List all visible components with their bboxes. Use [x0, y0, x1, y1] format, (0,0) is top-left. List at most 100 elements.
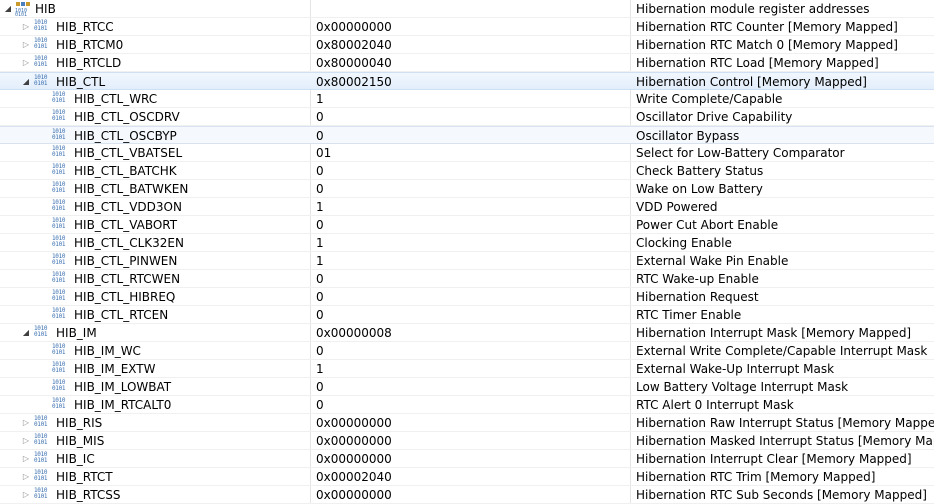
- value-cell[interactable]: 1: [316, 360, 630, 377]
- triangle-right-icon[interactable]: ▷: [20, 18, 32, 35]
- peripheral-row-hib[interactable]: ◢ 1010 0101 HIB Hibernation module regis…: [0, 0, 934, 18]
- triangle-right-icon[interactable]: ▷: [20, 450, 32, 467]
- register-value[interactable]: 0: [316, 216, 324, 233]
- register-value[interactable]: 0: [316, 162, 324, 179]
- value-cell[interactable]: 0: [316, 180, 630, 197]
- register-value[interactable]: 0x80002040: [316, 36, 392, 53]
- triangle-right-icon[interactable]: ▷: [20, 486, 32, 503]
- triangle-down-icon[interactable]: ◢: [2, 0, 14, 17]
- register-value[interactable]: 0: [316, 108, 324, 125]
- description-cell: Check Battery Status: [636, 162, 934, 179]
- value-cell[interactable]: 0x80002040: [316, 36, 630, 53]
- register-row[interactable]: ◢ 1010 0101 HIB_CTL 0x80002150 Hibernation Co…: [0, 72, 934, 90]
- register-value[interactable]: 0: [316, 127, 324, 144]
- register-value[interactable]: 1: [316, 198, 324, 215]
- value-cell[interactable]: 0x00000000: [316, 486, 630, 503]
- bitfield-row[interactable]: 1010 0101 HIB_IM_WC 0 External Write Complet…: [0, 342, 934, 360]
- value-cell[interactable]: 0x00000000: [316, 450, 630, 467]
- register-value[interactable]: 0: [316, 288, 324, 305]
- bitfield-row[interactable]: 1010 0101 HIB_CTL_OSCDRV 0 Oscillator Drive …: [0, 108, 934, 126]
- value-cell[interactable]: 0: [316, 378, 630, 395]
- register-row[interactable]: ▷ 1010 0101 HIB_RTCSS 0x00000000 Hibernation …: [0, 486, 934, 504]
- register-value[interactable]: 1: [316, 360, 324, 377]
- register-value[interactable]: 0x00000000: [316, 432, 392, 449]
- bitfield-name: HIB_CTL_PINWEN: [74, 254, 178, 268]
- register-value[interactable]: 1: [316, 90, 324, 107]
- bitfield-row[interactable]: 1010 0101 HIB_CTL_WRC 1 Write Complete/Capab…: [0, 90, 934, 108]
- register-value[interactable]: 0: [316, 378, 324, 395]
- triangle-down-icon[interactable]: ◢: [20, 324, 32, 341]
- bitfield-row[interactable]: 1010 0101 HIB_CTL_BATWKEN 0 Wake on Low Batt…: [0, 180, 934, 198]
- register-row[interactable]: ◢ 1010 0101 HIB_IM 0x00000008 Hibernation Int…: [0, 324, 934, 342]
- value-cell[interactable]: 0x00000000: [316, 432, 630, 449]
- register-value[interactable]: 0x00000000: [316, 414, 392, 431]
- register-row[interactable]: ▷ 1010 0101 HIB_RTCC 0x00000000 Hibernation R…: [0, 18, 934, 36]
- register-name: HIB_RTCC: [56, 20, 114, 34]
- value-cell[interactable]: 0x00000008: [316, 324, 630, 341]
- value-cell[interactable]: 0: [316, 288, 630, 305]
- register-row[interactable]: ▷ 1010 0101 HIB_RTCLD 0x80000040 Hibernation …: [0, 54, 934, 72]
- register-binary-icon: 1010 0101: [52, 109, 66, 122]
- description-cell: Write Complete/Capable: [636, 90, 934, 107]
- value-cell[interactable]: 0: [316, 108, 630, 125]
- value-cell[interactable]: 0x80000040: [316, 54, 630, 71]
- value-cell[interactable]: 0: [316, 270, 630, 287]
- register-row[interactable]: ▷ 1010 0101 HIB_RTCT 0x00002040 Hibernation R…: [0, 468, 934, 486]
- bitfield-row[interactable]: 1010 0101 HIB_CTL_BATCHK 0 Check Battery Sta…: [0, 162, 934, 180]
- bitfield-row[interactable]: 1010 0101 HIB_CTL_HIBREQ 0 Hibernation Reque…: [0, 288, 934, 306]
- register-value[interactable]: 0x00000000: [316, 450, 392, 467]
- value-cell[interactable]: 0x00000000: [316, 414, 630, 431]
- value-cell[interactable]: 1: [316, 90, 630, 107]
- register-value[interactable]: 0: [316, 396, 324, 413]
- value-cell[interactable]: 0: [316, 342, 630, 359]
- register-row[interactable]: ▷ 1010 0101 HIB_MIS 0x00000000 Hibernation Ma…: [0, 432, 934, 450]
- register-value[interactable]: 0: [316, 180, 324, 197]
- register-value[interactable]: 0: [316, 306, 324, 323]
- value-cell[interactable]: [316, 0, 630, 17]
- register-value[interactable]: 0x80000040: [316, 54, 392, 71]
- value-cell[interactable]: 0: [316, 162, 630, 179]
- value-cell[interactable]: 1: [316, 252, 630, 269]
- register-row[interactable]: ▷ 1010 0101 HIB_RTCM0 0x80002040 Hibernation …: [0, 36, 934, 54]
- triangle-right-icon[interactable]: ▷: [20, 36, 32, 53]
- bitfield-row[interactable]: 1010 0101 HIB_CTL_RTCEN 0 RTC Timer Enable: [0, 306, 934, 324]
- value-cell[interactable]: 0: [316, 127, 630, 144]
- register-row[interactable]: ▷ 1010 0101 HIB_IC 0x00000000 Hibernation Int…: [0, 450, 934, 468]
- value-cell[interactable]: 0x80002150: [316, 73, 630, 90]
- bitfield-row[interactable]: 1010 0101 HIB_IM_EXTW 1 External Wake-Up Int…: [0, 360, 934, 378]
- name-cell: 1010 0101 HIB_IM_EXTW: [0, 360, 310, 377]
- value-cell[interactable]: 0: [316, 306, 630, 323]
- triangle-right-icon[interactable]: ▷: [20, 54, 32, 71]
- value-cell[interactable]: 0x00000000: [316, 18, 630, 35]
- triangle-right-icon[interactable]: ▷: [20, 414, 32, 431]
- register-value[interactable]: 0x00000000: [316, 486, 392, 503]
- register-value[interactable]: 1: [316, 252, 324, 269]
- register-value[interactable]: 01: [316, 144, 331, 161]
- bitfield-row[interactable]: 1010 0101 HIB_CTL_PINWEN 1 External Wake Pin…: [0, 252, 934, 270]
- bitfield-row[interactable]: 1010 0101 HIB_CTL_VABORT 0 Power Cut Abort E…: [0, 216, 934, 234]
- value-cell[interactable]: 0x00002040: [316, 468, 630, 485]
- register-value[interactable]: 1: [316, 234, 324, 251]
- value-cell[interactable]: 1: [316, 198, 630, 215]
- register-value[interactable]: 0: [316, 342, 324, 359]
- register-value[interactable]: 0x00000000: [316, 18, 392, 35]
- value-cell[interactable]: 0: [316, 216, 630, 233]
- bitfield-row[interactable]: 1010 0101 HIB_CTL_OSCBYP 0 Oscillator Bypass: [0, 126, 934, 144]
- bitfield-row[interactable]: 1010 0101 HIB_IM_RTCALT0 0 RTC Alert 0 Inter…: [0, 396, 934, 414]
- value-cell[interactable]: 1: [316, 234, 630, 251]
- register-value[interactable]: 0: [316, 270, 324, 287]
- register-value[interactable]: 0x00000008: [316, 324, 392, 341]
- bitfield-row[interactable]: 1010 0101 HIB_IM_LOWBAT 0 Low Battery Voltag…: [0, 378, 934, 396]
- register-value[interactable]: 0x80002150: [316, 73, 392, 90]
- bitfield-row[interactable]: 1010 0101 HIB_CTL_VDD3ON 1 VDD Powered: [0, 198, 934, 216]
- bitfield-row[interactable]: 1010 0101 HIB_CTL_RTCWEN 0 RTC Wake-up Enabl…: [0, 270, 934, 288]
- triangle-down-icon[interactable]: ◢: [20, 73, 32, 90]
- value-cell[interactable]: 01: [316, 144, 630, 161]
- value-cell[interactable]: 0: [316, 396, 630, 413]
- register-row[interactable]: ▷ 1010 0101 HIB_RIS 0x00000000 Hibernation Ra…: [0, 414, 934, 432]
- bitfield-row[interactable]: 1010 0101 HIB_CTL_CLK32EN 1 Clocking Enable: [0, 234, 934, 252]
- bitfield-row[interactable]: 1010 0101 HIB_CTL_VBATSEL 01 Select for Low-…: [0, 144, 934, 162]
- register-value[interactable]: 0x00002040: [316, 468, 392, 485]
- triangle-right-icon[interactable]: ▷: [20, 468, 32, 485]
- triangle-right-icon[interactable]: ▷: [20, 432, 32, 449]
